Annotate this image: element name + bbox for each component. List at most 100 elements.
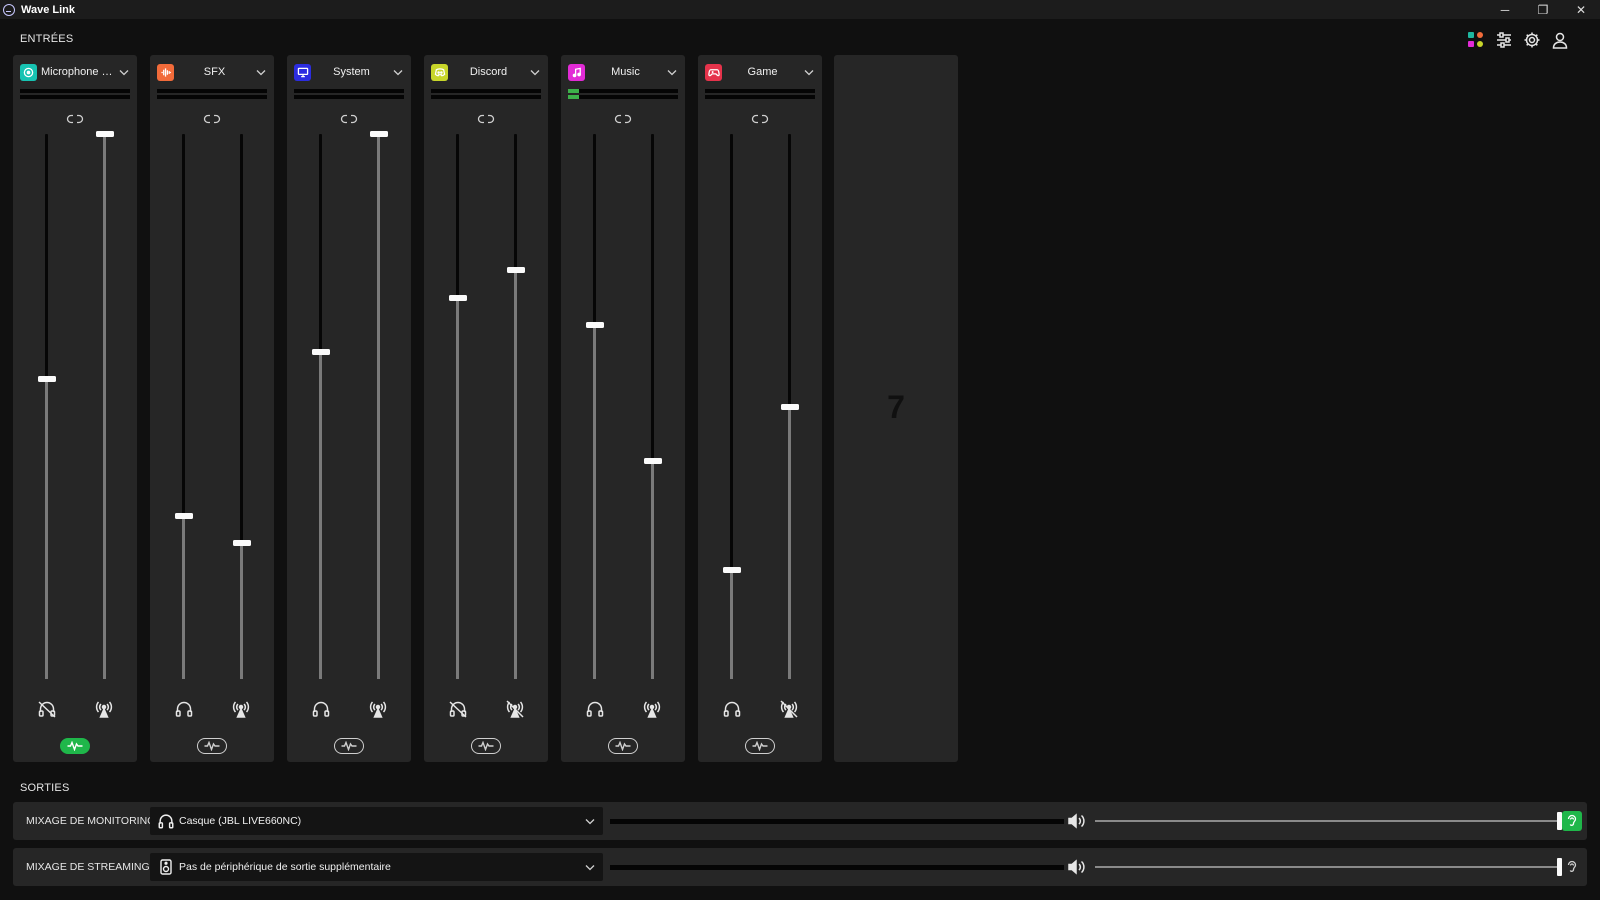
- meter-fill: [568, 95, 579, 99]
- stream-fader[interactable]: [377, 134, 380, 679]
- stream-fader[interactable]: [514, 134, 517, 679]
- stream-fader-thumb[interactable]: [644, 458, 662, 464]
- window-title: Wave Link: [21, 3, 75, 16]
- fader-fill: [514, 270, 517, 679]
- chevron-down-icon[interactable]: [118, 66, 130, 78]
- headphones-muted-icon[interactable]: [36, 698, 58, 720]
- effects-toggle-button[interactable]: [608, 738, 638, 754]
- channel-name: Game: [747, 66, 778, 78]
- effects-toggle-button[interactable]: [471, 738, 501, 754]
- restore-button[interactable]: ❐: [1524, 0, 1562, 19]
- output-device-select[interactable]: Pas de périphérique de sortie supplément…: [150, 853, 603, 881]
- headphones-icon[interactable]: [584, 698, 606, 720]
- monitor-fader[interactable]: [593, 134, 596, 679]
- microphone-icon: [20, 63, 37, 81]
- link-icon[interactable]: [751, 112, 769, 124]
- input-channel: SFX: [150, 55, 274, 762]
- monitor-fader-thumb[interactable]: [312, 349, 330, 355]
- broadcast-icon[interactable]: [641, 698, 663, 720]
- volume-icon[interactable]: [1067, 812, 1087, 830]
- stream-fader-thumb[interactable]: [507, 267, 525, 274]
- broadcast-muted-icon[interactable]: [504, 698, 526, 720]
- output-volume-slider[interactable]: [1095, 858, 1562, 876]
- ear-icon: [1566, 860, 1578, 874]
- channel-level-meter-left: [431, 89, 541, 93]
- stream-fader[interactable]: [651, 134, 654, 679]
- headphones-muted-icon[interactable]: [447, 698, 469, 720]
- channel-name: SFX: [203, 66, 226, 78]
- input-channel: Music: [561, 55, 685, 762]
- effects-toggle-button[interactable]: [334, 738, 364, 754]
- broadcast-icon[interactable]: [93, 698, 115, 720]
- monitor-fader-thumb[interactable]: [723, 567, 741, 573]
- headphones-icon[interactable]: [173, 698, 195, 720]
- channel-header[interactable]: Discord: [431, 61, 541, 83]
- monitor-fader[interactable]: [730, 134, 733, 679]
- output-level-meter: [610, 865, 1064, 870]
- music-note-icon: [568, 63, 585, 81]
- broadcast-muted-icon[interactable]: [778, 698, 800, 720]
- channel-header[interactable]: Microphone (Y...: [20, 61, 130, 83]
- waveform-effect-icon: [752, 741, 768, 751]
- chevron-down-icon[interactable]: [392, 66, 404, 78]
- channel-level-meter-right: [568, 95, 678, 99]
- chevron-down-icon[interactable]: [529, 66, 541, 78]
- link-icon[interactable]: [477, 112, 495, 124]
- chevron-down-icon[interactable]: [583, 814, 597, 828]
- broadcast-icon[interactable]: [230, 698, 252, 720]
- broadcast-icon[interactable]: [367, 698, 389, 720]
- monitor-fader[interactable]: [45, 134, 48, 679]
- channel-header[interactable]: Music: [568, 61, 678, 83]
- headphones-icon[interactable]: [310, 698, 332, 720]
- chevron-down-icon[interactable]: [583, 860, 597, 874]
- monitor-fader-thumb[interactable]: [175, 512, 193, 519]
- stream-fader-thumb[interactable]: [233, 539, 251, 546]
- stream-fader-thumb[interactable]: [96, 131, 114, 137]
- link-icon[interactable]: [66, 112, 84, 124]
- gear-icon[interactable]: [1522, 30, 1542, 50]
- fader-fill: [45, 379, 48, 679]
- channel-header[interactable]: System: [294, 61, 404, 83]
- monitor-fader[interactable]: [456, 134, 459, 679]
- stream-fader-thumb[interactable]: [370, 131, 388, 137]
- listen-toggle-button[interactable]: [1562, 857, 1582, 877]
- marketplace-icon[interactable]: [1466, 30, 1486, 50]
- chevron-down-icon[interactable]: [803, 66, 815, 78]
- mix-sliders-icon[interactable]: [1494, 30, 1514, 50]
- output-device-name: Casque (JBL LIVE660NC): [179, 815, 302, 827]
- fader-fill: [182, 515, 185, 679]
- monitor-fader-thumb[interactable]: [38, 376, 56, 383]
- volume-icon[interactable]: [1067, 858, 1087, 876]
- channel-header[interactable]: Game: [705, 61, 815, 83]
- effects-toggle-button[interactable]: [745, 738, 775, 754]
- link-icon[interactable]: [614, 112, 632, 124]
- channel-header[interactable]: SFX: [157, 61, 267, 83]
- headphones-icon[interactable]: [721, 698, 743, 720]
- waveform-effect-icon: [204, 741, 220, 751]
- output-volume-slider[interactable]: [1095, 812, 1562, 830]
- input-channel: Discord: [424, 55, 548, 762]
- monitor-fader[interactable]: [182, 134, 185, 679]
- inputs-section-label: ENTRÉES: [20, 33, 74, 45]
- output-device-select[interactable]: Casque (JBL LIVE660NC): [150, 807, 603, 835]
- effects-toggle-button[interactable]: [60, 738, 90, 754]
- monitor-fader-thumb[interactable]: [449, 294, 467, 301]
- link-icon[interactable]: [203, 112, 221, 124]
- minimize-button[interactable]: ─: [1486, 0, 1524, 19]
- stream-fader-thumb[interactable]: [781, 403, 799, 410]
- chevron-down-icon[interactable]: [666, 66, 678, 78]
- user-icon[interactable]: [1550, 30, 1570, 50]
- fader-fill: [651, 461, 654, 679]
- stream-fader[interactable]: [240, 134, 243, 679]
- monitor-fader[interactable]: [319, 134, 322, 679]
- link-icon[interactable]: [340, 112, 358, 124]
- effects-toggle-button[interactable]: [197, 738, 227, 754]
- monitor-fader-thumb[interactable]: [586, 321, 604, 328]
- listen-toggle-button[interactable]: [1562, 811, 1582, 831]
- add-channel-slot[interactable]: 7: [834, 55, 958, 762]
- volume-slider-fill: [1095, 820, 1559, 822]
- close-button[interactable]: ✕: [1562, 0, 1600, 19]
- speaker-icon: [155, 856, 177, 878]
- chevron-down-icon[interactable]: [255, 66, 267, 78]
- stream-fader[interactable]: [103, 134, 106, 679]
